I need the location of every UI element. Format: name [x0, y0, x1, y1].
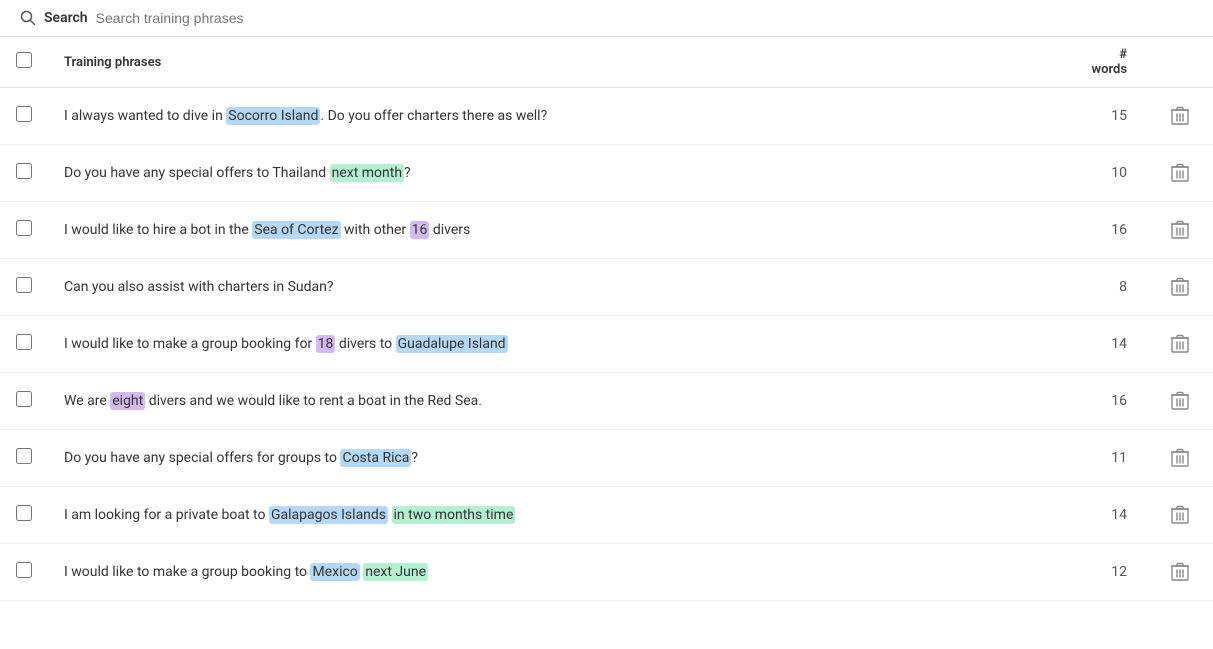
highlight-number: 16 — [410, 221, 430, 239]
header-words: # words — [1067, 37, 1147, 88]
action-cell — [1147, 373, 1213, 430]
delete-button[interactable] — [1163, 501, 1197, 529]
row-checkbox[interactable] — [16, 562, 32, 578]
delete-button[interactable] — [1163, 273, 1197, 301]
row-checkbox-cell — [0, 202, 48, 259]
word-count: 11 — [1067, 430, 1147, 487]
table-row: I would like to hire a bot in the Sea of… — [0, 202, 1213, 259]
table-row: I would like to make a group booking for… — [0, 316, 1213, 373]
row-checkbox-cell — [0, 544, 48, 601]
table-row: Do you have any special offers to Thaila… — [0, 145, 1213, 202]
table-row: I am looking for a private boat to Galap… — [0, 487, 1213, 544]
highlight-location: Galapagos Islands — [269, 506, 388, 524]
word-count: 16 — [1067, 202, 1147, 259]
table-row: We are eight divers and we would like to… — [0, 373, 1213, 430]
word-count: 14 — [1067, 487, 1147, 544]
action-cell — [1147, 202, 1213, 259]
phrase-cell: I am looking for a private boat to Galap… — [48, 487, 1067, 544]
delete-button[interactable] — [1163, 102, 1197, 130]
delete-button[interactable] — [1163, 387, 1197, 415]
row-checkbox[interactable] — [16, 277, 32, 293]
action-cell — [1147, 430, 1213, 487]
highlight-location: Socorro Island — [226, 107, 320, 125]
word-count: 8 — [1067, 259, 1147, 316]
highlight-time: next June — [363, 563, 428, 581]
phrase-cell: We are eight divers and we would like to… — [48, 373, 1067, 430]
table-row: Can you also assist with charters in Sud… — [0, 259, 1213, 316]
search-bar: Search — [0, 0, 1213, 37]
row-checkbox[interactable] — [16, 163, 32, 179]
table-row: Do you have any special offers for group… — [0, 430, 1213, 487]
highlight-number: eight — [110, 392, 145, 410]
table-header: Training phrases # words — [0, 37, 1213, 88]
search-icon — [20, 10, 36, 26]
action-cell — [1147, 145, 1213, 202]
row-checkbox[interactable] — [16, 391, 32, 407]
phrases-table: Training phrases # words I always wanted… — [0, 37, 1213, 601]
header-phrase: Training phrases — [48, 37, 1067, 88]
delete-button[interactable] — [1163, 330, 1197, 358]
row-checkbox-cell — [0, 373, 48, 430]
word-count: 14 — [1067, 316, 1147, 373]
delete-button[interactable] — [1163, 216, 1197, 244]
row-checkbox-cell — [0, 316, 48, 373]
phrase-cell: Do you have any special offers to Thaila… — [48, 145, 1067, 202]
row-checkbox-cell — [0, 145, 48, 202]
row-checkbox-cell — [0, 430, 48, 487]
action-cell — [1147, 487, 1213, 544]
highlight-location: Sea of Cortez — [252, 221, 340, 239]
row-checkbox-cell — [0, 259, 48, 316]
delete-button[interactable] — [1163, 159, 1197, 187]
action-cell — [1147, 544, 1213, 601]
row-checkbox-cell — [0, 88, 48, 145]
phrase-cell: Do you have any special offers for group… — [48, 430, 1067, 487]
word-count: 12 — [1067, 544, 1147, 601]
highlight-time: in two months time — [392, 506, 516, 524]
word-count: 16 — [1067, 373, 1147, 430]
action-cell — [1147, 88, 1213, 145]
search-input[interactable] — [96, 10, 1193, 26]
word-count: 15 — [1067, 88, 1147, 145]
table-row: I would like to make a group booking to … — [0, 544, 1213, 601]
delete-button[interactable] — [1163, 558, 1197, 586]
header-checkbox-cell — [0, 37, 48, 88]
row-checkbox-cell — [0, 487, 48, 544]
row-checkbox[interactable] — [16, 448, 32, 464]
row-checkbox[interactable] — [16, 106, 32, 122]
search-label: Search — [44, 10, 88, 26]
table-row: I always wanted to dive in Socorro Islan… — [0, 88, 1213, 145]
row-checkbox[interactable] — [16, 220, 32, 236]
action-cell — [1147, 259, 1213, 316]
highlight-location: Costa Rica — [340, 449, 411, 467]
row-checkbox[interactable] — [16, 505, 32, 521]
action-cell — [1147, 316, 1213, 373]
phrase-cell: Can you also assist with charters in Sud… — [48, 259, 1067, 316]
phrase-cell: I always wanted to dive in Socorro Islan… — [48, 88, 1067, 145]
highlight-location: Mexico — [310, 563, 359, 581]
highlight-time: next month — [330, 164, 404, 182]
phrase-cell: I would like to make a group booking for… — [48, 316, 1067, 373]
header-action — [1147, 37, 1213, 88]
row-checkbox[interactable] — [16, 334, 32, 350]
select-all-checkbox[interactable] — [16, 52, 32, 68]
word-count: 10 — [1067, 145, 1147, 202]
phrase-cell: I would like to make a group booking to … — [48, 544, 1067, 601]
delete-button[interactable] — [1163, 444, 1197, 472]
highlight-location: Guadalupe Island — [396, 335, 508, 353]
phrase-cell: I would like to hire a bot in the Sea of… — [48, 202, 1067, 259]
highlight-number: 18 — [316, 335, 336, 353]
